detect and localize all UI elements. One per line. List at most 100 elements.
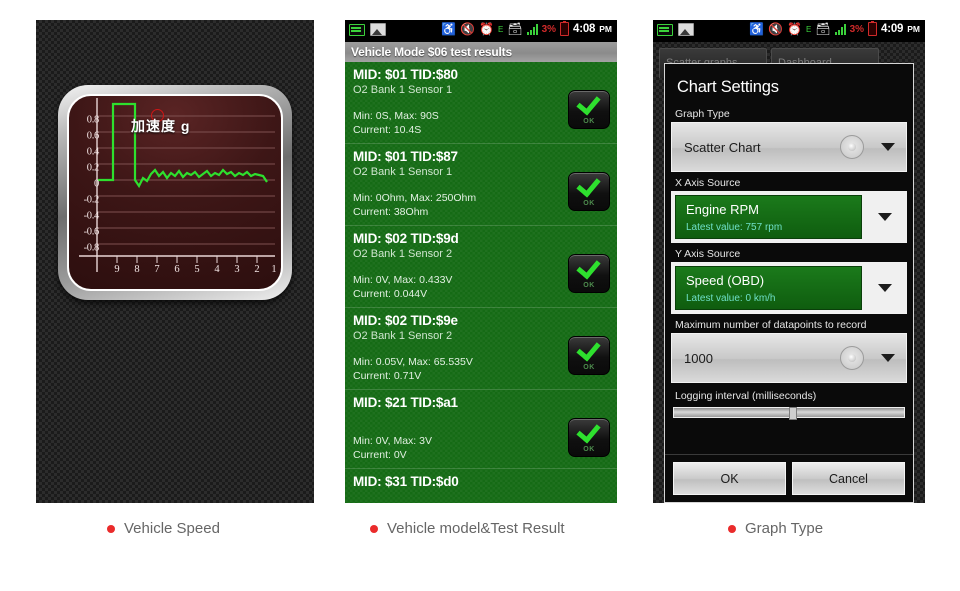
bullet-icon [370, 524, 378, 533]
image-icon [370, 23, 386, 36]
check-icon [576, 90, 601, 116]
caption-label: Vehicle Speed [124, 520, 220, 537]
status-bar-right-icons: ♿ 🔇 ⏰ E 🗃 3% 4:08 PM [441, 20, 612, 36]
check-icon [576, 336, 601, 362]
status-badge: OK [583, 282, 595, 289]
result-mid-tid: MID: $01 TID:$87 [353, 149, 458, 164]
chart-settings-dialog: Chart Settings Graph Type Scatter Chart … [664, 63, 914, 503]
result-mid-tid: MID: $02 TID:$9d [353, 231, 459, 246]
screen-title-bar: Vehicle Mode $06 test results [345, 42, 617, 63]
dialog-button-bar: OK Cancel [665, 454, 913, 502]
y-tick-neg-0-8: -0.8 [83, 242, 100, 254]
battery-icon [868, 20, 878, 36]
ok-button[interactable]: OK [673, 462, 786, 495]
x-axis-source-spinner[interactable]: Engine RPM Latest value: 757 rpm [671, 191, 907, 243]
slider-thumb[interactable] [789, 407, 797, 420]
y-axis-source-spinner[interactable]: Speed (OBD) Latest value: 0 km/h [671, 262, 907, 314]
y-axis-value-box: Speed (OBD) Latest value: 0 km/h [675, 266, 862, 310]
x-axis-source-label: X Axis Source [675, 177, 741, 189]
status-badge: OK [583, 200, 595, 207]
phone-screenshot-chart-settings: ♿ 🔇 ⏰ E 🗃 3% 4:09 PM Scatter graphs Dash… [653, 20, 925, 503]
status-bar: ♿ 🔇 ⏰ E 🗃 3% 4:09 PM [653, 20, 925, 42]
x-axis-value: Engine RPM [686, 202, 759, 217]
graph-type-spinner[interactable]: Scatter Chart [671, 122, 907, 172]
caption-label: Graph Type [745, 520, 824, 537]
x-tick-2: 2 [254, 264, 260, 275]
caption-graph-type: Graph Type [728, 520, 823, 537]
result-mid-tid: MID: $31 TID:$d0 [353, 474, 459, 489]
max-datapoints-spinner[interactable]: 1000 [671, 333, 907, 383]
result-status-ok-button[interactable]: OK [568, 90, 610, 129]
bluetooth-icon: ♿ [441, 22, 457, 36]
signal-icon [834, 23, 846, 35]
chevron-down-icon[interactable] [878, 284, 892, 292]
graph-type-label: Graph Type [675, 108, 730, 120]
x-tick-9: 9 [114, 264, 120, 275]
chevron-down-icon[interactable] [878, 213, 892, 221]
logging-interval-label: Logging interval (milliseconds) [675, 390, 817, 402]
y-axis-source-label: Y Axis Source [675, 248, 741, 260]
x-axis-latest-value: Latest value: 757 rpm [686, 222, 783, 233]
list-item[interactable]: MID: $21 TID:$a1 Min: 0V, Max: 3V Curren… [345, 389, 617, 468]
chart-title: 加速度 g [131, 118, 191, 134]
list-item[interactable]: MID: $02 TID:$9d O2 Bank 1 Sensor 2 Min:… [345, 225, 617, 307]
edge-network-icon: E [498, 24, 504, 34]
y-axis-latest-value: Latest value: 0 km/h [686, 293, 776, 304]
list-item[interactable]: MID: $01 TID:$80 O2 Bank 1 Sensor 1 Min:… [345, 62, 617, 143]
status-clock-ampm: PM [599, 24, 612, 34]
logging-interval-slider[interactable] [673, 407, 905, 420]
result-mid-tid: MID: $21 TID:$a1 [353, 395, 458, 410]
bluetooth-icon: ♿ [749, 22, 765, 36]
x-tick-6: 6 [174, 264, 180, 275]
battery-percent-label: 3% [849, 23, 865, 35]
list-item[interactable]: MID: $31 TID:$d0 [345, 468, 617, 495]
battery-icon [560, 20, 570, 36]
y-tick-0-8: 0.8 [86, 114, 100, 126]
status-clock-ampm: PM [907, 24, 920, 34]
check-icon [576, 172, 601, 198]
y-tick-neg-0-6: -0.6 [83, 226, 100, 238]
result-status-ok-button[interactable]: OK [568, 418, 610, 457]
obd-icon [349, 23, 365, 36]
y-axis-value: Speed (OBD) [686, 273, 765, 288]
status-bar-left-icons [657, 23, 694, 36]
sync-icon: 🗃 [815, 22, 831, 36]
mute-icon: 🔇 [460, 22, 476, 36]
result-status-ok-button[interactable]: OK [568, 254, 610, 293]
test-results-list[interactable]: MID: $01 TID:$80 O2 Bank 1 Sensor 1 Min:… [345, 62, 617, 503]
result-status-ok-button[interactable]: OK [568, 336, 610, 375]
edge-network-icon: E [806, 24, 812, 34]
mute-icon: 🔇 [768, 22, 784, 36]
check-icon [576, 418, 601, 444]
alarm-icon: ⏰ [479, 22, 494, 36]
list-item[interactable]: MID: $02 TID:$9e O2 Bank 1 Sensor 2 Min:… [345, 307, 617, 389]
y-tick-neg-0-2: -0.2 [83, 194, 100, 206]
obd-icon [657, 23, 673, 36]
dialog-title: Chart Settings [677, 78, 779, 96]
image-icon [678, 23, 694, 36]
status-badge: OK [583, 364, 595, 371]
graph-type-value: Scatter Chart [684, 139, 761, 155]
screen-title: Vehicle Mode $06 test results [351, 45, 512, 59]
result-status-ok-button[interactable]: OK [568, 172, 610, 211]
x-tick-1: 1 [271, 264, 277, 275]
spinner-knob-icon [840, 135, 864, 159]
caption-label: Vehicle model&Test Result [387, 520, 565, 537]
max-datapoints-value: 1000 [684, 350, 713, 366]
spinner-knob-icon [840, 346, 864, 370]
result-mid-tid: MID: $01 TID:$80 [353, 67, 458, 82]
max-datapoints-label: Maximum number of datapoints to record [675, 319, 867, 331]
chevron-down-icon[interactable] [881, 143, 895, 151]
battery-percent-label: 3% [541, 23, 557, 35]
page-root: 0.8 0.6 0.4 0.2 0 -0.2 -0.4 -0.6 -0.8 9 … [0, 0, 960, 591]
cancel-button[interactable]: Cancel [792, 462, 905, 495]
status-bar-right-icons: ♿ 🔇 ⏰ E 🗃 3% 4:09 PM [749, 20, 920, 36]
alarm-icon: ⏰ [787, 22, 802, 36]
list-item[interactable]: MID: $01 TID:$87 O2 Bank 1 Sensor 1 Min:… [345, 143, 617, 225]
x-tick-4: 4 [214, 264, 220, 275]
x-tick-8: 8 [134, 264, 140, 275]
chevron-down-icon[interactable] [881, 354, 895, 362]
x-axis-value-box: Engine RPM Latest value: 757 rpm [675, 195, 862, 239]
signal-icon [526, 23, 538, 35]
phone-screenshot-vehicle-speed: 0.8 0.6 0.4 0.2 0 -0.2 -0.4 -0.6 -0.8 9 … [36, 20, 314, 503]
